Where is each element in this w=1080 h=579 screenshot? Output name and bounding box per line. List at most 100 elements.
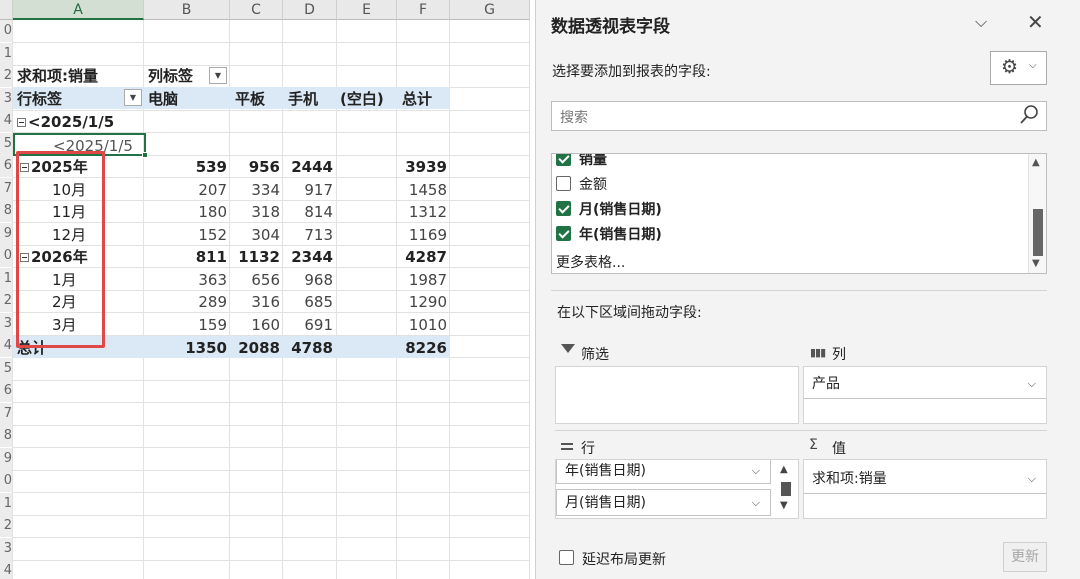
chevron-down-icon[interactable]: ⌵	[1028, 371, 1036, 397]
close-icon[interactable]: ✕	[1027, 10, 1044, 34]
rows-area-box[interactable]: 年(销售日期) ⌵ 月(销售日期) ⌵ ▲ ▼	[555, 459, 799, 519]
column-header-c[interactable]: C	[230, 0, 283, 20]
row-number[interactable]: 5	[0, 358, 12, 380]
pivot-value-cell[interactable]: 363	[144, 269, 227, 291]
pivot-value-cell[interactable]: 2444	[283, 156, 333, 178]
row-number[interactable]: 6	[0, 155, 12, 177]
corner-cell[interactable]	[0, 0, 13, 20]
column-header-g[interactable]: G	[450, 0, 530, 20]
pivot-value-cell[interactable]: 1458	[397, 179, 447, 201]
field-checkbox[interactable]	[556, 201, 571, 216]
row-number[interactable]: 0	[0, 20, 12, 42]
pivot-value-cell[interactable]: 968	[283, 269, 333, 291]
field-checkbox[interactable]	[556, 226, 571, 241]
row-number[interactable]: 2	[0, 515, 12, 537]
row-number[interactable]: 6	[0, 380, 12, 402]
pivot-value-cell[interactable]: 2344	[283, 246, 333, 268]
rows-area-scrollbar[interactable]: ▲ ▼	[777, 460, 795, 518]
row-field-year[interactable]: 年(销售日期) ⌵	[556, 460, 771, 484]
pivot-value-cell[interactable]: 304	[230, 224, 280, 246]
row-number[interactable]: 5	[0, 133, 12, 155]
column-header-e[interactable]: E	[337, 0, 397, 20]
row-number[interactable]: 3	[0, 313, 12, 335]
row-number[interactable]: 4	[0, 560, 12, 579]
row-number[interactable]: 1	[0, 43, 12, 65]
row-number[interactable]: 9	[0, 448, 12, 470]
scroll-up-icon[interactable]: ▲	[780, 464, 788, 475]
header-computer[interactable]: 电脑	[148, 88, 178, 110]
column-header-b[interactable]: B	[144, 0, 230, 20]
columns-area-box[interactable]: 产品 ⌵	[803, 366, 1047, 424]
header-blank[interactable]: (空白)	[340, 88, 384, 110]
pivot-value-cell[interactable]: 539	[144, 156, 227, 178]
field-checkbox[interactable]	[556, 176, 571, 191]
row-number[interactable]: 3	[0, 88, 12, 110]
pivot-value-cell[interactable]: 207	[144, 179, 227, 201]
chevron-down-icon[interactable]: ⌵	[1028, 466, 1036, 492]
pivot-value-cell[interactable]: 713	[283, 224, 333, 246]
column-filter-dropdown[interactable]: ▼	[209, 67, 227, 84]
pivot-value-cell[interactable]: 316	[230, 291, 280, 313]
grand-total-computer[interactable]: 1350	[144, 337, 227, 359]
row-number[interactable]: 1	[0, 268, 12, 290]
pivot-value-cell[interactable]: 656	[230, 269, 280, 291]
pivot-value-cell[interactable]: 1010	[397, 314, 447, 336]
pivot-value-cell[interactable]: 159	[144, 314, 227, 336]
search-input[interactable]: 搜索	[551, 101, 1047, 131]
defer-update-checkbox[interactable]	[559, 550, 574, 565]
value-field-sum[interactable]: 求和项:销量 ⌵	[804, 466, 1046, 494]
collapse-icon[interactable]	[17, 118, 26, 127]
more-tables-link[interactable]: 更多表格...	[556, 252, 625, 272]
header-phone[interactable]: 手机	[288, 88, 318, 110]
pivot-value-cell[interactable]: 685	[283, 291, 333, 313]
pivot-value-cell[interactable]: 917	[283, 179, 333, 201]
scroll-thumb[interactable]	[781, 482, 791, 496]
row-number[interactable]: 0	[0, 470, 12, 492]
pivot-value-cell[interactable]: 1169	[397, 224, 447, 246]
row-number[interactable]: 8	[0, 200, 12, 222]
row-number[interactable]: 0	[0, 245, 12, 267]
row-number[interactable]: 3	[0, 538, 12, 560]
field-checkbox[interactable]	[556, 154, 571, 166]
row-number[interactable]: 1	[0, 493, 12, 515]
pivot-value-cell[interactable]: 3939	[397, 156, 447, 178]
pivot-value-cell[interactable]: 318	[230, 201, 280, 223]
pivot-value-cell[interactable]: 1987	[397, 269, 447, 291]
row-filter-dropdown[interactable]: ▼	[124, 89, 142, 106]
header-tablet[interactable]: 平板	[235, 88, 265, 110]
field-list[interactable]: 销量 金额 月(销售日期) 年(销售日期) ▲ ▼ 更多表格...	[551, 153, 1047, 274]
column-field-product[interactable]: 产品 ⌵	[804, 371, 1046, 399]
scroll-up-icon[interactable]: ▲	[1032, 157, 1040, 168]
chevron-down-icon[interactable]: ⌵	[752, 460, 760, 484]
settings-button[interactable]: ⚙ ⌵	[990, 51, 1047, 85]
row-number[interactable]: 2	[0, 65, 12, 87]
date-group-row[interactable]: <2025/1/5	[17, 111, 114, 133]
pivot-value-cell[interactable]: 1312	[397, 201, 447, 223]
row-number[interactable]: 9	[0, 223, 12, 245]
spreadsheet[interactable]: A B C D E F G 01234567890123456789012345…	[0, 0, 530, 579]
pivot-value-cell[interactable]: 691	[283, 314, 333, 336]
grand-total-sum[interactable]: 8226	[397, 337, 447, 359]
pivot-value-cell[interactable]: 1290	[397, 291, 447, 313]
scroll-down-icon[interactable]: ▼	[1032, 258, 1040, 269]
pivot-value-cell[interactable]: 180	[144, 201, 227, 223]
column-header-d[interactable]: D	[283, 0, 337, 20]
row-number[interactable]: 7	[0, 178, 12, 200]
column-header-a[interactable]: A	[13, 0, 144, 20]
field-label[interactable]: 销量	[579, 154, 607, 169]
column-header-f[interactable]: F	[397, 0, 450, 20]
row-number[interactable]: 7	[0, 403, 12, 425]
pivot-value-cell[interactable]: 4287	[397, 246, 447, 268]
row-number[interactable]: 8	[0, 425, 12, 447]
chevron-down-icon[interactable]: ⌵	[752, 490, 760, 516]
field-label[interactable]: 年(销售日期)	[579, 224, 662, 244]
header-total[interactable]: 总计	[402, 88, 432, 110]
pivot-value-cell[interactable]: 814	[283, 201, 333, 223]
update-button[interactable]: 更新	[1003, 542, 1047, 572]
filter-area-box[interactable]	[555, 366, 799, 424]
search-icon[interactable]	[1018, 103, 1040, 127]
row-number[interactable]: 4	[0, 110, 12, 132]
field-label[interactable]: 金额	[579, 174, 607, 194]
scroll-down-icon[interactable]: ▼	[780, 500, 788, 511]
pivot-value-cell[interactable]: 289	[144, 291, 227, 313]
